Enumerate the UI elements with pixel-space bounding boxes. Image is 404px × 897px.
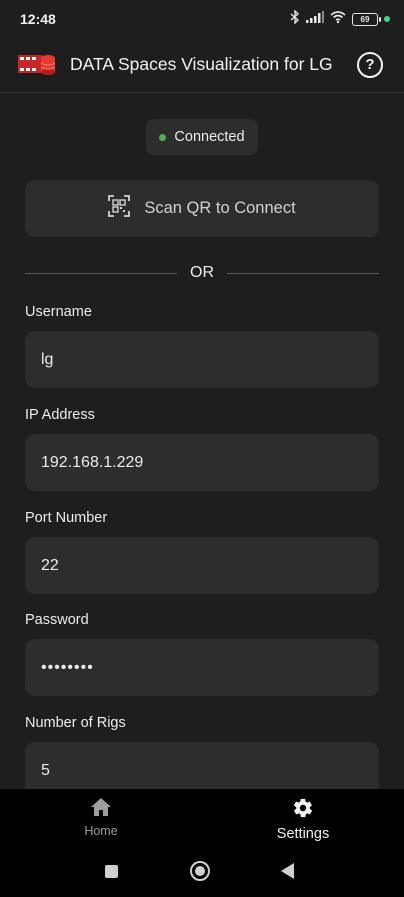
scan-qr-label: Scan QR to Connect xyxy=(144,199,296,217)
username-label: Username xyxy=(25,304,92,320)
status-dot-icon xyxy=(159,133,167,141)
gear-icon xyxy=(292,798,314,823)
app-bar: DATA Spaces Visualization for LG ? xyxy=(0,38,404,93)
connection-status-label: Connected xyxy=(174,129,245,145)
qr-scan-icon xyxy=(108,195,131,222)
recents-icon[interactable] xyxy=(105,865,118,878)
password-field[interactable] xyxy=(25,639,379,696)
app-title: DATA Spaces Visualization for LG xyxy=(70,54,333,74)
connection-status-badge: Connected xyxy=(146,119,258,155)
help-button[interactable]: ? xyxy=(357,52,383,78)
scan-qr-button[interactable]: Scan QR to Connect xyxy=(25,180,379,237)
username-field[interactable] xyxy=(25,331,379,388)
wifi-icon xyxy=(330,10,346,28)
system-navigation-bar xyxy=(0,851,404,897)
nav-item-home[interactable]: Home xyxy=(41,797,161,838)
port-number-input[interactable] xyxy=(41,556,363,575)
status-icons: 69 xyxy=(290,8,390,29)
bluetooth-icon xyxy=(290,8,300,29)
nav-label-settings: Settings xyxy=(276,826,330,842)
privacy-indicator-icon xyxy=(384,16,390,22)
number-of-rigs-input[interactable] xyxy=(41,761,363,780)
status-bar: 12:48 69 xyxy=(0,0,404,38)
username-input[interactable] xyxy=(41,350,363,369)
port-number-label: Port Number xyxy=(25,510,108,526)
ip-address-label: IP Address xyxy=(25,407,95,423)
app-logo-icon xyxy=(18,52,56,78)
nav-label-home: Home xyxy=(84,824,118,838)
port-number-field[interactable] xyxy=(25,537,379,594)
ip-address-input[interactable] xyxy=(41,453,363,472)
bottom-navigation: Home Settings xyxy=(0,789,404,851)
signal-icon xyxy=(306,10,324,28)
home-icon xyxy=(90,798,112,821)
home-circle-icon[interactable] xyxy=(190,861,210,881)
nav-item-settings[interactable]: Settings xyxy=(243,797,363,842)
divider-line xyxy=(227,273,379,274)
password-label: Password xyxy=(25,612,89,628)
number-of-rigs-label: Number of Rigs xyxy=(25,715,126,731)
battery-icon: 69 xyxy=(352,12,381,26)
back-icon[interactable] xyxy=(281,863,294,879)
status-time: 12:48 xyxy=(20,11,56,27)
password-input[interactable] xyxy=(41,658,363,677)
or-divider: OR xyxy=(25,263,379,283)
ip-address-field[interactable] xyxy=(25,434,379,491)
